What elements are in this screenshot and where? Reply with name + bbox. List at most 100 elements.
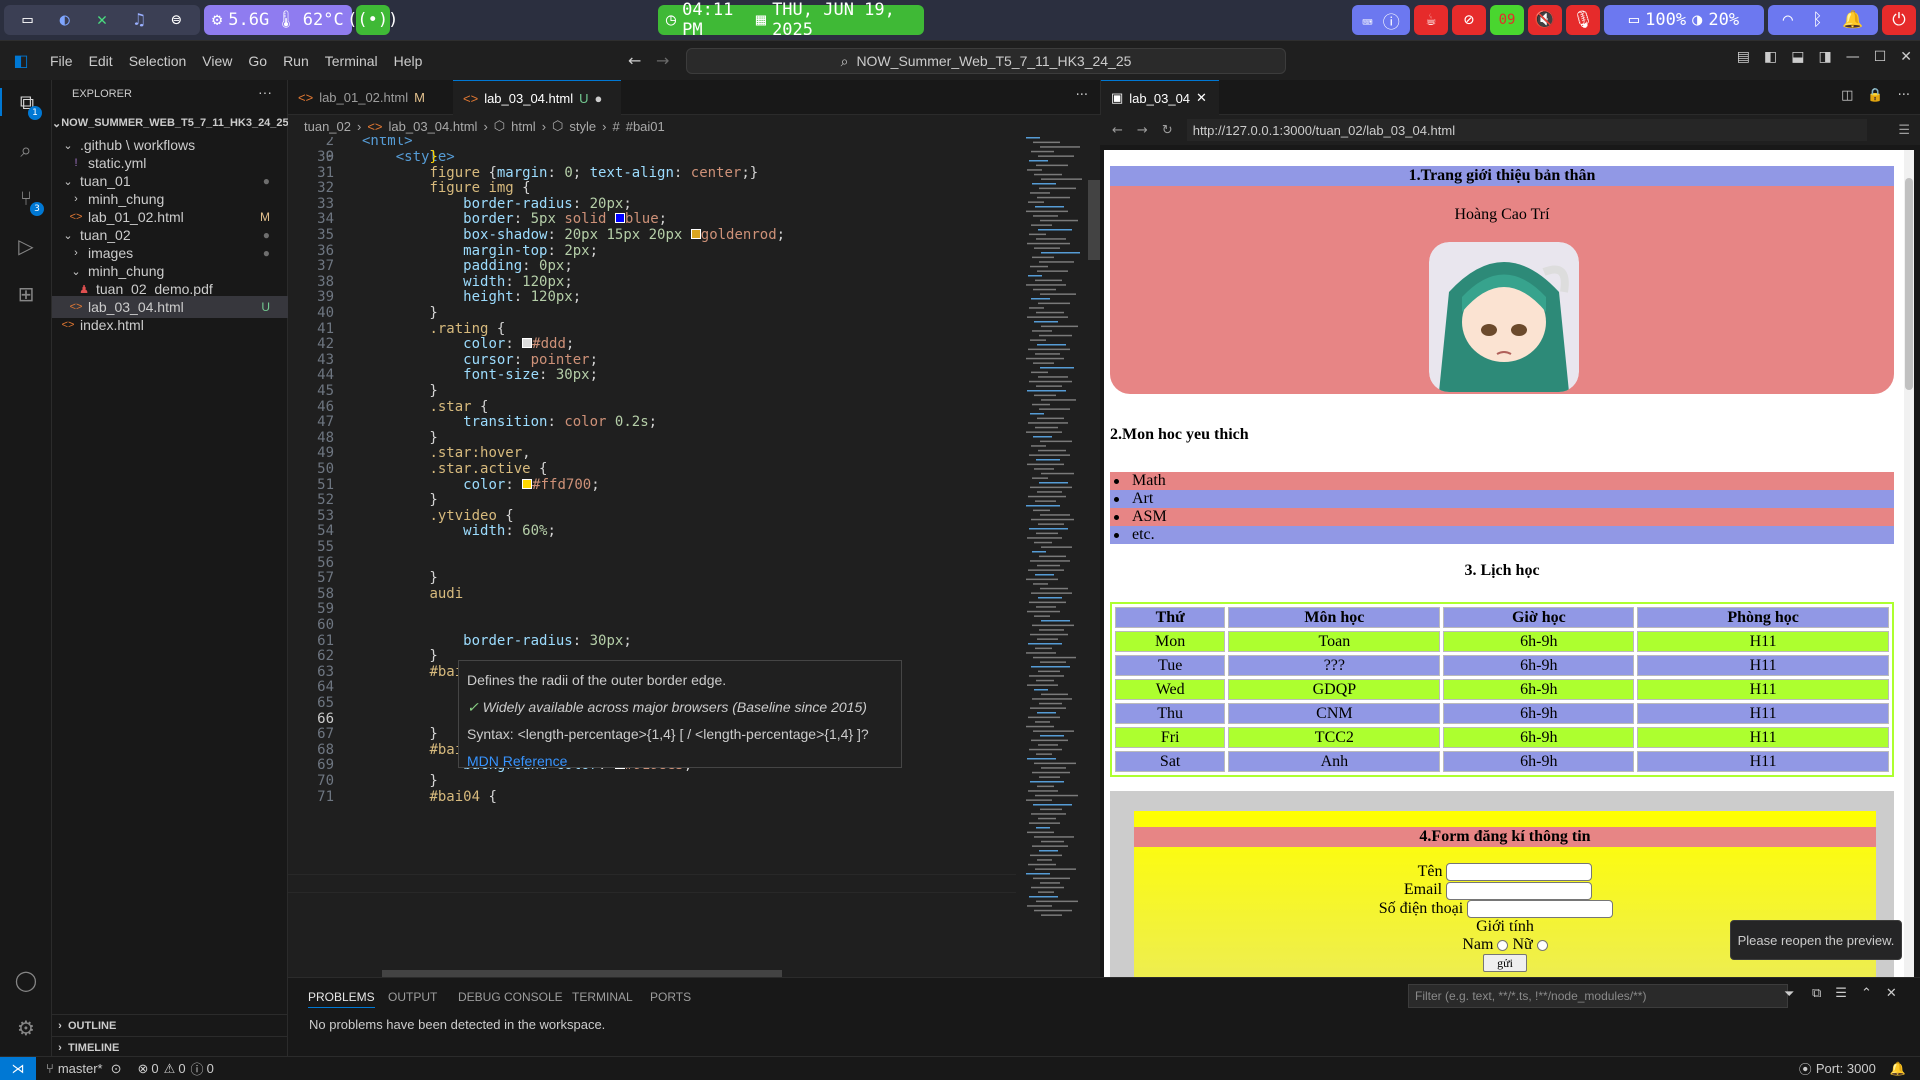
code-line[interactable]: .rating { bbox=[362, 321, 505, 337]
minimize-icon[interactable]: — bbox=[1846, 49, 1860, 65]
preview-scrollbar[interactable] bbox=[1904, 150, 1914, 978]
warning-count[interactable]: 0 bbox=[178, 1061, 185, 1076]
horizontal-scrollbar[interactable] bbox=[382, 970, 782, 977]
breadcrumb-item[interactable]: html bbox=[511, 119, 536, 134]
tab-problems[interactable]: PROBLEMS bbox=[308, 990, 375, 1008]
sync-icon[interactable]: ⊙ bbox=[111, 1061, 122, 1077]
menu-file[interactable]: File bbox=[42, 53, 81, 69]
broadcast-icon[interactable]: ((•)) bbox=[347, 5, 398, 35]
code-line[interactable]: <html> bbox=[362, 137, 413, 149]
lock-icon[interactable]: 🔒 bbox=[1867, 88, 1883, 103]
tab-lab-01-02[interactable]: <> lab_01_02.html M bbox=[288, 80, 453, 115]
menu-go[interactable]: Go bbox=[240, 53, 275, 69]
submit-button[interactable]: gửi bbox=[1483, 954, 1527, 973]
more-actions-icon[interactable]: ··· bbox=[1076, 88, 1088, 103]
code-line[interactable]: } bbox=[362, 305, 437, 321]
more-actions-icon[interactable]: ··· bbox=[1898, 88, 1910, 103]
tab-preview[interactable]: ▣ lab_03_04 ✕ bbox=[1101, 80, 1219, 115]
code-line[interactable]: } bbox=[362, 383, 437, 399]
url-input[interactable]: http://127.0.0.1:3000/tuan_02/lab_03_04.… bbox=[1186, 119, 1867, 141]
music-icon[interactable]: ♫ bbox=[134, 10, 144, 30]
code-line[interactable]: .star.active { bbox=[362, 461, 547, 477]
bell-icon[interactable]: 🔔 bbox=[1890, 1061, 1906, 1077]
keyboard-icon[interactable]: ⌨ ⓘ bbox=[1352, 5, 1410, 35]
view-as-list-icon[interactable]: ☰ bbox=[1835, 986, 1847, 1001]
email-input[interactable] bbox=[1446, 881, 1593, 900]
code-line[interactable]: box-shadow: 20px 15px 20px goldenrod; bbox=[362, 227, 785, 243]
code-line[interactable]: cursor: pointer; bbox=[362, 352, 598, 368]
speaker-muted-icon[interactable]: 🔇 bbox=[1528, 5, 1562, 35]
breadcrumb-item[interactable]: tuan_02 bbox=[304, 119, 351, 134]
code-line[interactable]: } bbox=[362, 430, 437, 446]
maximize-icon[interactable]: ☐ bbox=[1874, 49, 1887, 65]
menu-run[interactable]: Run bbox=[275, 53, 317, 69]
close-panel-icon[interactable]: ✕ bbox=[1886, 986, 1897, 1001]
run-debug-icon[interactable]: ▷ bbox=[12, 232, 40, 260]
filter-icon[interactable]: ⏷ bbox=[1784, 987, 1794, 1002]
code-line[interactable]: } bbox=[362, 570, 437, 586]
menu-selection[interactable]: Selection bbox=[121, 53, 195, 69]
menu-terminal[interactable]: Terminal bbox=[317, 53, 386, 69]
explorer-icon[interactable]: ⧉ 1 bbox=[0, 88, 52, 120]
code-line[interactable]: height: 120px; bbox=[362, 289, 581, 305]
blocked-icon[interactable]: ⊘ bbox=[1452, 5, 1486, 35]
workspace-indicator[interactable]: 09 bbox=[1490, 5, 1524, 35]
code-line[interactable]: color: #ddd; bbox=[362, 336, 574, 352]
bell-icon[interactable]: 🔔 bbox=[1842, 10, 1863, 30]
collapse-all-icon[interactable]: ⧉ bbox=[1812, 986, 1821, 1001]
branch-name[interactable]: master* bbox=[58, 1061, 103, 1076]
clock-widget[interactable]: ◷ 04:11 PM ▦ THU, JUN 19, 2025 bbox=[657, 0, 924, 40]
female-radio[interactable] bbox=[1536, 939, 1548, 951]
wifi-icon[interactable]: ◠ bbox=[1783, 10, 1793, 30]
breadcrumb-item[interactable]: style bbox=[569, 119, 596, 134]
code-line[interactable]: } bbox=[362, 648, 437, 664]
back-arrow-icon[interactable]: ← bbox=[1112, 123, 1123, 138]
refresh-icon[interactable]: ↻ bbox=[1162, 123, 1173, 138]
scroll-thumb[interactable] bbox=[1905, 178, 1913, 390]
vertical-scrollbar[interactable] bbox=[1088, 180, 1100, 260]
info-count[interactable]: 0 bbox=[207, 1061, 214, 1076]
tab-output[interactable]: OUTPUT bbox=[388, 990, 437, 1004]
back-arrow-icon[interactable]: ← bbox=[628, 51, 641, 70]
customize-layout-icon[interactable]: ▤ bbox=[1737, 49, 1750, 65]
name-input[interactable] bbox=[1446, 863, 1593, 882]
code-line[interactable]: border: 5px solid blue; bbox=[362, 211, 667, 227]
minimap[interactable] bbox=[1016, 137, 1092, 977]
code-line[interactable]: font-size: 30px; bbox=[362, 367, 598, 383]
phone-input[interactable] bbox=[1467, 899, 1614, 918]
code-line[interactable]: padding: 0px; bbox=[362, 258, 573, 274]
toggle-panel-icon[interactable]: ⬓ bbox=[1791, 49, 1804, 65]
code-line[interactable]: figure {margin: 0; text-align: center;} bbox=[362, 165, 758, 181]
code-line[interactable]: margin-top: 2px; bbox=[362, 243, 598, 259]
remote-icon[interactable]: ⋊ bbox=[0, 1056, 36, 1080]
breadcrumb-item[interactable]: lab_03_04.html bbox=[389, 119, 478, 134]
unsaved-dot-icon[interactable]: ● bbox=[594, 91, 602, 106]
vscode-icon[interactable]: ✕ bbox=[97, 10, 107, 30]
tree-item[interactable]: <> index.html bbox=[52, 314, 288, 336]
menu-help[interactable]: Help bbox=[386, 53, 431, 69]
code-line[interactable]: color: #ffd700; bbox=[362, 477, 599, 493]
split-editor-icon[interactable]: ◫ bbox=[1841, 88, 1853, 103]
code-line[interactable]: .star { bbox=[362, 399, 488, 415]
forward-arrow-icon[interactable]: → bbox=[1137, 123, 1148, 138]
extensions-icon[interactable]: ⊞ bbox=[12, 280, 40, 308]
tab-ports[interactable]: PORTS bbox=[650, 990, 691, 1004]
command-center[interactable]: ⌕ NOW_Summer_Web_T5_7_11_HK3_24_25 bbox=[686, 48, 1286, 74]
outline-section[interactable]: › OUTLINE bbox=[52, 1014, 288, 1036]
firefox-icon[interactable]: ◐ bbox=[60, 10, 70, 30]
male-radio[interactable] bbox=[1497, 939, 1509, 951]
settings-gear-icon[interactable]: ⚙ bbox=[12, 1014, 40, 1042]
code-line[interactable]: #bai04 { bbox=[362, 789, 496, 805]
menu-view[interactable]: View bbox=[194, 53, 240, 69]
code-line[interactable]: width: 60%; bbox=[362, 523, 556, 539]
toggle-sidebar-icon[interactable]: ◧ bbox=[1764, 49, 1777, 65]
account-icon[interactable]: ◯ bbox=[12, 966, 40, 994]
problems-filter-input[interactable]: Filter (e.g. text, **/*.ts, !**/node_mod… bbox=[1408, 984, 1788, 1008]
coffee-icon[interactable]: ☕ bbox=[1414, 5, 1448, 35]
code-line[interactable]: width: 120px; bbox=[362, 274, 573, 290]
code-line[interactable]: figure img { bbox=[362, 180, 530, 196]
code-line[interactable]: } bbox=[362, 492, 437, 508]
code-line[interactable]: .star:hover, bbox=[362, 445, 530, 461]
code-line[interactable]: } bbox=[362, 773, 437, 789]
code-line[interactable]: } bbox=[362, 726, 437, 742]
